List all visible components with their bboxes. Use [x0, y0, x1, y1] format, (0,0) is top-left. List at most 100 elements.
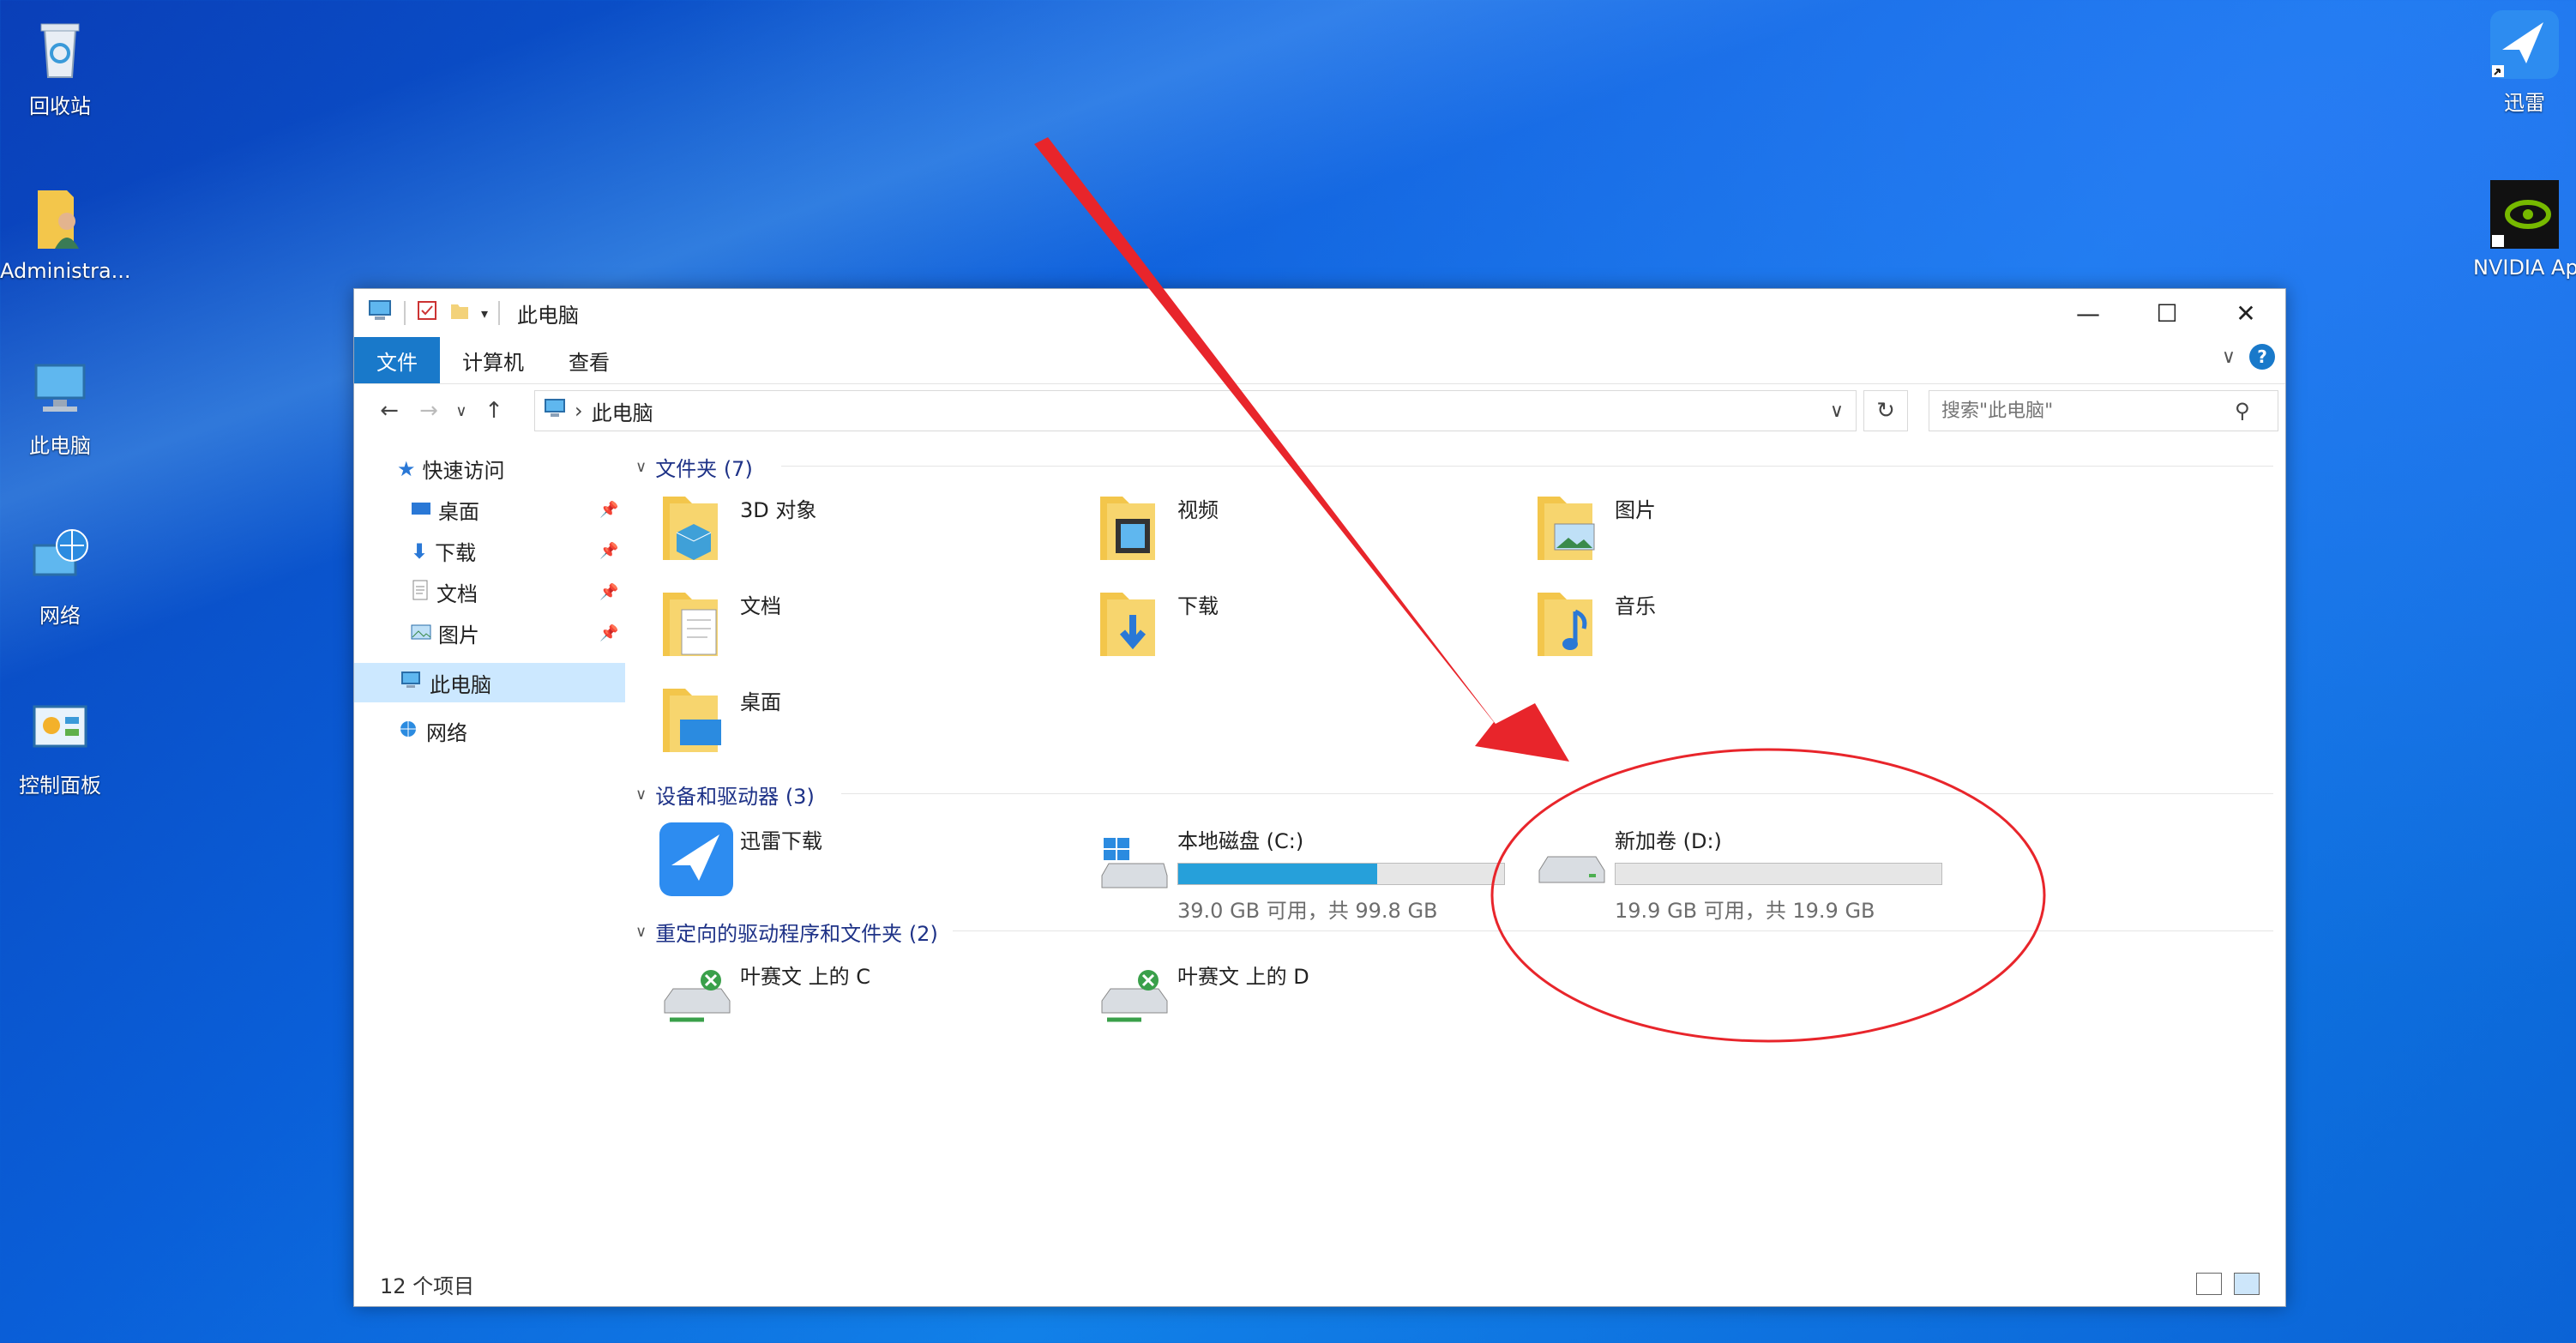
folder-item-desktop[interactable]: 桌面 [658, 682, 781, 759]
minimize-button[interactable]: — [2049, 289, 2128, 337]
pin-icon[interactable]: 📌 [599, 583, 618, 601]
navigation-pane: ★ 快速访问 桌面 📌 ⬇ 下载 📌 文档 📌 图片 📌 此电脑 网络 [354, 438, 627, 1210]
large-icons-view-icon[interactable] [2234, 1273, 2260, 1295]
item-label: 文档 [740, 594, 781, 618]
group-header-folders[interactable]: ∨ 文件夹 (7) [635, 452, 753, 482]
properties-check-icon[interactable] [416, 299, 438, 327]
network-icon [26, 523, 94, 592]
collapse-chevron-icon: ∨ [635, 458, 647, 476]
computer-icon [26, 353, 94, 422]
hard-drive-icon [1532, 821, 1610, 898]
recent-locations-chevron-icon[interactable]: ∨ [448, 402, 474, 420]
drive-item-c[interactable]: 本地磁盘 (C:) 39.0 GB 可用，共 99.8 GB [1095, 821, 1505, 924]
address-bar[interactable]: › 此电脑 ∨ [534, 390, 1857, 431]
desktop-icon-label: 回收站 [29, 94, 91, 118]
expand-ribbon-chevron-icon[interactable]: ∨ [2222, 346, 2236, 368]
redirected-item-c[interactable]: 叶赛文 上的 C [658, 956, 870, 1033]
nav-label: 此电脑 [430, 672, 491, 697]
breadcrumb-separator-icon[interactable]: › [575, 399, 583, 423]
document-folder-icon [658, 586, 735, 663]
device-item-xunlei[interactable]: 迅雷下载 [658, 821, 822, 898]
folder-item-pictures[interactable]: 图片 [1532, 490, 1656, 567]
new-folder-icon[interactable] [448, 299, 471, 327]
desktop-icon-user-folder[interactable]: Administra... [0, 184, 131, 283]
drive-free-space: 19.9 GB 可用，共 19.9 GB [1615, 899, 1875, 923]
quick-access-toolbar: ▾ 此电脑 [368, 298, 579, 328]
picture-icon [411, 622, 431, 646]
divider [781, 466, 2273, 467]
nav-item-pictures[interactable]: 图片 📌 [411, 618, 625, 648]
nav-label: 文档 [436, 582, 478, 606]
title-bar: ▾ 此电脑 — ☐ ✕ [354, 289, 2285, 337]
nav-item-network[interactable]: 网络 [397, 716, 467, 746]
item-label: 视频 [1177, 498, 1219, 522]
close-button[interactable]: ✕ [2206, 289, 2285, 337]
nav-item-desktop[interactable]: 桌面 📌 [411, 495, 625, 525]
group-title: 重定向的驱动程序和文件夹 (2) [655, 922, 938, 946]
desktop-icon-label: NVIDIA Ap [2473, 256, 2576, 280]
drive-item-d[interactable]: 新加卷 (D:) 19.9 GB 可用，共 19.9 GB [1532, 821, 1942, 924]
pin-icon[interactable]: 📌 [599, 501, 618, 519]
folder-item-documents[interactable]: 文档 [658, 586, 781, 663]
pin-icon[interactable]: 📌 [599, 542, 618, 560]
divider [841, 793, 2273, 794]
item-label: 桌面 [740, 690, 781, 714]
folder-item-downloads[interactable]: 下载 [1095, 586, 1219, 663]
search-box[interactable]: ⚲ [1929, 390, 2278, 431]
customize-dropdown-icon[interactable]: ▾ [481, 305, 488, 322]
navigation-bar: ← → ∨ ↑ › 此电脑 ∨ ↻ ⚲ [354, 383, 2285, 438]
nvidia-icon [2490, 180, 2559, 249]
tab-view[interactable]: 查看 [546, 337, 632, 383]
desktop-icon-this-pc[interactable]: 此电脑 [0, 353, 120, 459]
divider [953, 930, 2273, 931]
group-header-redirected[interactable]: ∨ 重定向的驱动程序和文件夹 (2) [635, 917, 938, 947]
nav-quick-access[interactable]: ★ 快速访问 [397, 454, 505, 484]
desktop-icon-network[interactable]: 网络 [0, 523, 120, 629]
folder-item-3d-objects[interactable]: 3D 对象 [658, 490, 816, 567]
star-icon: ★ [397, 456, 416, 481]
ribbon-tabs: 文件 计算机 查看 [354, 337, 2285, 384]
drive-usage-fill [1178, 864, 1377, 884]
item-label: 音乐 [1615, 594, 1656, 618]
help-icon[interactable]: ? [2249, 344, 2275, 370]
windows-drive-icon [1095, 821, 1172, 898]
control-panel-icon [26, 693, 94, 762]
desktop-icon-xunlei[interactable]: 迅雷 [2473, 10, 2576, 116]
group-title: 文件夹 (7) [655, 457, 753, 481]
refresh-button[interactable]: ↻ [1863, 390, 1908, 431]
nav-label: 桌面 [438, 500, 479, 524]
search-input[interactable] [1940, 399, 2235, 423]
item-label: 下载 [1177, 594, 1219, 618]
folder-item-music[interactable]: 音乐 [1532, 586, 1656, 663]
back-arrow-icon[interactable]: ← [370, 398, 409, 424]
group-header-devices[interactable]: ∨ 设备和驱动器 (3) [635, 780, 815, 810]
breadcrumb[interactable]: 此电脑 [592, 396, 653, 426]
pin-icon[interactable]: 📌 [599, 624, 618, 642]
recycle-bin-icon [26, 14, 94, 82]
redirected-item-d[interactable]: 叶赛文 上的 D [1095, 956, 1309, 1033]
user-folder-icon [26, 184, 94, 252]
search-icon: ⚲ [2235, 399, 2250, 423]
desktop-icon-control-panel[interactable]: 控制面板 [0, 693, 120, 798]
nav-item-documents[interactable]: 文档 📌 [411, 577, 625, 607]
desktop-icon [411, 498, 431, 522]
forward-arrow-icon[interactable]: → [409, 398, 448, 424]
drive-label: 本地磁盘 (C:) [1177, 829, 1304, 853]
address-dropdown-chevron-icon[interactable]: ∨ [1830, 400, 1844, 422]
details-view-icon[interactable] [2196, 1273, 2222, 1295]
document-icon [411, 580, 430, 605]
item-label: 叶赛文 上的 D [1177, 965, 1309, 989]
nav-item-this-pc[interactable]: 此电脑 [354, 663, 625, 702]
desktop-icon-nvidia[interactable]: NVIDIA Ap [2473, 180, 2576, 280]
tab-file[interactable]: 文件 [354, 337, 440, 383]
xunlei-bird-icon [658, 821, 735, 898]
folder-item-videos[interactable]: 视频 [1095, 490, 1219, 567]
status-bar: 12 个项目 [354, 1262, 2285, 1306]
maximize-button[interactable]: ☐ [2128, 289, 2206, 337]
tab-computer[interactable]: 计算机 [440, 337, 546, 383]
nav-item-download[interactable]: ⬇ 下载 📌 [411, 536, 625, 566]
video-folder-icon [1095, 490, 1172, 567]
up-arrow-icon[interactable]: ↑ [474, 398, 514, 424]
separator [498, 301, 501, 325]
desktop-icon-recycle-bin[interactable]: 回收站 [0, 14, 120, 119]
